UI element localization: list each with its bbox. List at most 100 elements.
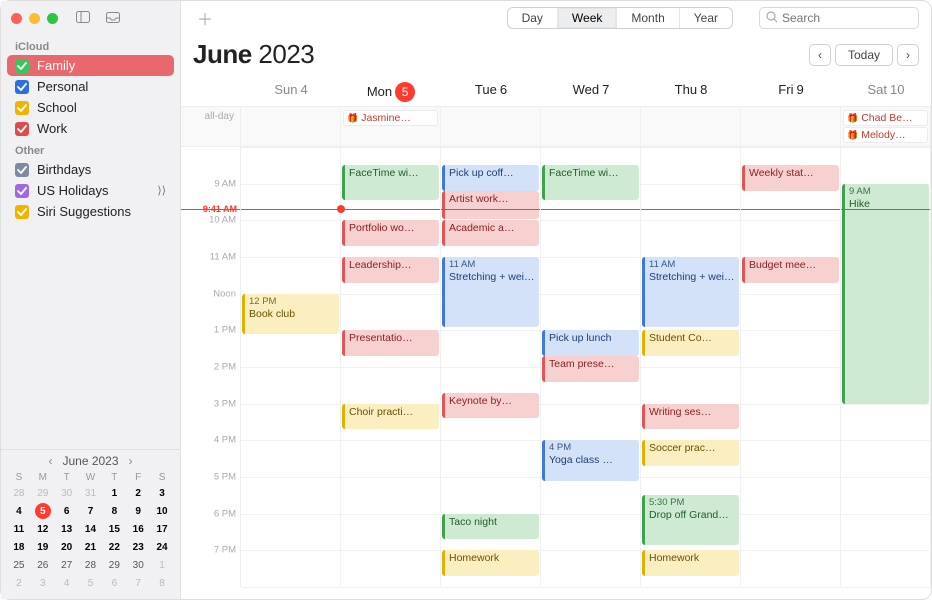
mini-day[interactable]: 28 (11, 485, 27, 501)
mini-day[interactable]: 27 (59, 557, 75, 573)
mini-day[interactable]: 19 (35, 539, 51, 555)
day-header[interactable]: Thu8 (641, 76, 741, 106)
week-grid[interactable]: 9 AM10 AM11 AMNoon1 PM2 PM3 PM4 PM5 PM6 … (181, 147, 931, 587)
calendar-checkbox[interactable] (15, 163, 29, 177)
day-header[interactable]: Mon5 (341, 76, 441, 106)
mini-day[interactable]: 7 (130, 575, 146, 591)
mini-day[interactable]: 9 (130, 503, 146, 519)
event[interactable]: 9 AMHike (842, 184, 929, 404)
mini-day[interactable]: 26 (35, 557, 51, 573)
event[interactable]: Soccer prac… (642, 440, 739, 466)
mini-day[interactable]: 5 (82, 575, 98, 591)
add-event-button[interactable]: ＋ (193, 6, 217, 30)
event[interactable]: Portfolio wo… (342, 220, 439, 246)
next-week-button[interactable]: › (897, 44, 919, 66)
event[interactable]: FaceTime wi… (542, 165, 639, 200)
event[interactable]: Academic a… (442, 220, 539, 246)
mini-day[interactable]: 30 (130, 557, 146, 573)
mini-day[interactable]: 5 (35, 503, 51, 519)
sidebar-calendar-item[interactable]: Family (7, 55, 174, 76)
calendar-checkbox[interactable] (15, 205, 29, 219)
mini-day[interactable]: 2 (130, 485, 146, 501)
allday-cell[interactable] (241, 107, 341, 146)
mini-day[interactable]: 24 (154, 539, 170, 555)
event[interactable]: Taco night (442, 514, 539, 540)
sidebar-calendar-item[interactable]: School (7, 97, 174, 118)
mini-day[interactable]: 6 (106, 575, 122, 591)
event[interactable]: Budget mee… (742, 257, 839, 283)
allday-cell[interactable]: 🎁Jasmine… (341, 107, 441, 146)
mini-day[interactable]: 22 (106, 539, 122, 555)
mini-day[interactable]: 11 (11, 521, 27, 537)
calendar-checkbox[interactable] (15, 80, 29, 94)
mini-day[interactable]: 3 (154, 485, 170, 501)
mini-day[interactable]: 1 (106, 485, 122, 501)
mini-day[interactable]: 1 (154, 557, 170, 573)
day-column[interactable]: 12 PMBook club (241, 147, 341, 587)
mini-day[interactable]: 25 (11, 557, 27, 573)
day-column[interactable]: 11 AMStretching + weightsStudent Co…Writ… (641, 147, 741, 587)
mini-day[interactable]: 8 (106, 503, 122, 519)
sidebar-toggle-icon[interactable] (72, 8, 94, 28)
allday-event[interactable]: 🎁Jasmine… (343, 110, 438, 126)
event[interactable]: Weekly stat… (742, 165, 839, 191)
sidebar-calendar-item[interactable]: Personal (7, 76, 174, 97)
mini-day[interactable]: 31 (82, 485, 98, 501)
event[interactable]: Choir practi… (342, 404, 439, 430)
day-header[interactable]: Wed7 (541, 76, 641, 106)
allday-event[interactable]: 🎁Melody… (843, 127, 928, 143)
mini-day[interactable]: 7 (82, 503, 98, 519)
mini-day[interactable]: 4 (11, 503, 27, 519)
day-header[interactable]: Tue6 (441, 76, 541, 106)
event[interactable]: Keynote by… (442, 393, 539, 419)
event[interactable]: 5:30 PMDrop off Grandma… (642, 495, 739, 545)
mini-day[interactable]: 13 (59, 521, 75, 537)
mini-day[interactable]: 23 (130, 539, 146, 555)
event[interactable]: 4 PMYoga class … (542, 440, 639, 480)
allday-cell[interactable] (541, 107, 641, 146)
view-tab-week[interactable]: Week (558, 8, 617, 28)
allday-cell[interactable]: 🎁Chad Be…🎁Melody… (841, 107, 931, 146)
mini-day[interactable]: 12 (35, 521, 51, 537)
mini-prev-month[interactable]: ‹ (44, 454, 56, 468)
mini-day[interactable]: 4 (59, 575, 75, 591)
day-header[interactable]: Sun4 (241, 76, 341, 106)
event[interactable]: Student Co… (642, 330, 739, 356)
mini-day[interactable]: 3 (35, 575, 51, 591)
search-input[interactable] (782, 11, 912, 25)
prev-week-button[interactable]: ‹ (809, 44, 831, 66)
sidebar-calendar-item[interactable]: Work (7, 118, 174, 139)
calendar-checkbox[interactable] (15, 184, 29, 198)
day-column[interactable]: FaceTime wi…Pick up lunchTeam prese…4 PM… (541, 147, 641, 587)
day-header[interactable]: Sat10 (841, 76, 931, 106)
event[interactable]: Homework (442, 550, 539, 576)
event[interactable]: FaceTime wi… (342, 165, 439, 200)
mini-day[interactable]: 29 (35, 485, 51, 501)
sidebar-calendar-item[interactable]: Birthdays (7, 159, 174, 180)
event[interactable]: Homework (642, 550, 739, 576)
mini-day[interactable]: 16 (130, 521, 146, 537)
day-column[interactable]: Weekly stat… Budget mee… (741, 147, 841, 587)
event[interactable]: Artist work… (442, 191, 539, 219)
allday-cell[interactable] (441, 107, 541, 146)
mini-day[interactable]: 28 (82, 557, 98, 573)
allday-event[interactable]: 🎁Chad Be… (843, 110, 928, 126)
mini-day[interactable]: 6 (59, 503, 75, 519)
mini-day[interactable]: 21 (82, 539, 98, 555)
mini-day[interactable]: 14 (82, 521, 98, 537)
sidebar-calendar-item[interactable]: Siri Suggestions (7, 201, 174, 222)
day-column[interactable]: 9 AMHike (841, 147, 931, 587)
mini-day[interactable]: 18 (11, 539, 27, 555)
close-window-button[interactable] (11, 13, 22, 24)
mini-next-month[interactable]: › (125, 454, 137, 468)
calendar-checkbox[interactable] (15, 101, 29, 115)
calendar-checkbox[interactable] (15, 59, 29, 73)
search-field[interactable] (759, 7, 919, 29)
view-tab-month[interactable]: Month (617, 8, 679, 28)
day-column[interactable]: FaceTime wi… Portfolio wo… Leadership… Pres… (341, 147, 441, 587)
event[interactable]: Presentatio… (342, 330, 439, 356)
allday-cell[interactable] (641, 107, 741, 146)
event[interactable]: Pick up lunch (542, 330, 639, 356)
event[interactable]: Writing ses… (642, 404, 739, 430)
event[interactable]: Leadership… (342, 257, 439, 283)
